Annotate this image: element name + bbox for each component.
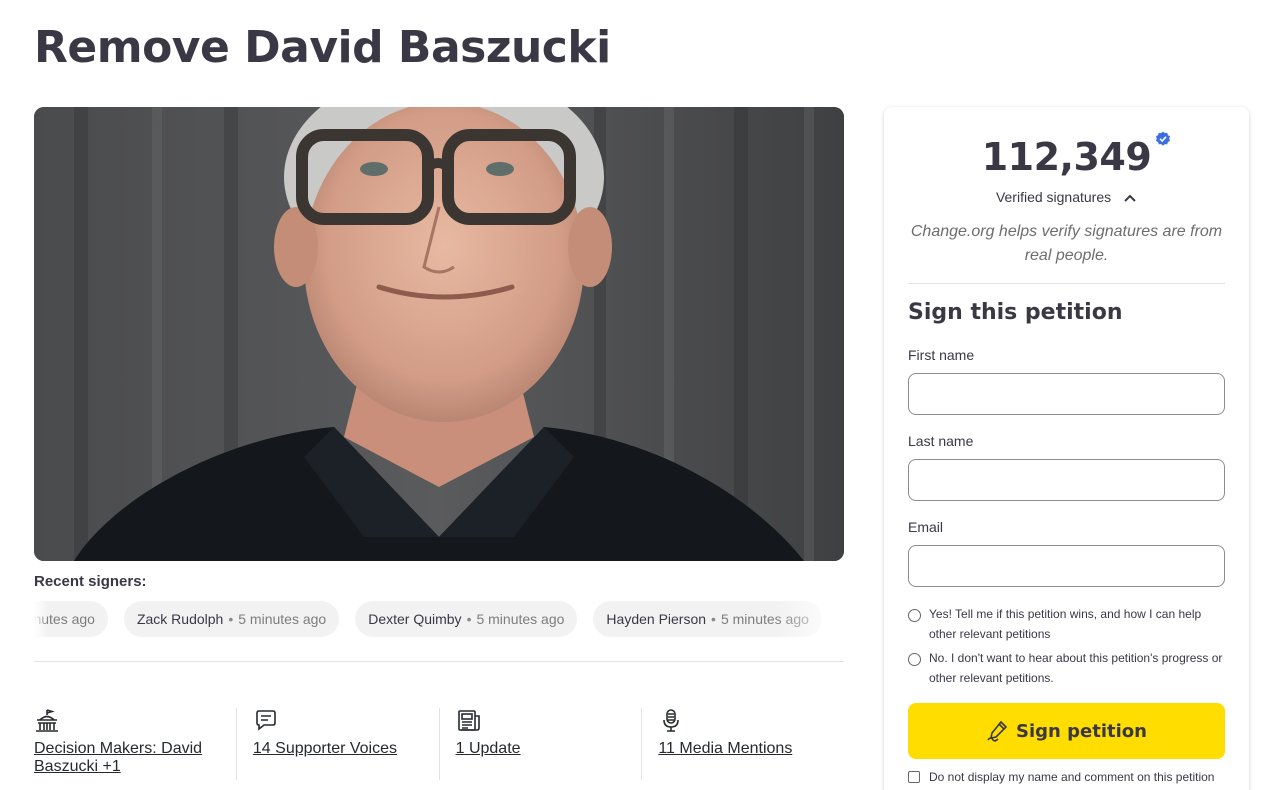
signer-time: 5 minutes ago: [476, 611, 565, 627]
opt-in-yes-radio[interactable]: [908, 609, 921, 622]
opt-in-yes-label: Yes! Tell me if this petition wins, and …: [929, 607, 1202, 641]
newspaper-icon: [456, 708, 482, 734]
verified-signatures-toggle[interactable]: Verified signatures: [884, 189, 1249, 205]
page-title: Remove David Baszucki: [34, 22, 611, 73]
email-label: Email: [908, 519, 944, 535]
sign-petition-panel: 112,349 Verified signatures Change.org h…: [884, 107, 1249, 790]
hide-name-label: Do not display my name and comment on th…: [929, 770, 1215, 784]
speech-bubble-icon: [253, 708, 279, 734]
sign-petition-button-label: Sign petition: [1016, 720, 1147, 742]
signer-name: Hayden Pierson: [606, 611, 707, 627]
separator-dot: •: [466, 611, 472, 627]
hide-name-checkbox[interactable]: [908, 771, 920, 783]
media-mentions-link[interactable]: 11 Media Mentions: [658, 740, 830, 758]
updates-link[interactable]: 1 Update: [456, 740, 628, 758]
verified-badge-icon: [1156, 131, 1171, 146]
email-field[interactable]: [908, 545, 1225, 587]
microphone-icon: [658, 708, 684, 734]
carousel-fade-right: [774, 601, 844, 637]
stat-decision-makers: Decision Makers: David Baszucki +1: [34, 708, 236, 780]
hide-name-option[interactable]: Do not display my name and comment on th…: [908, 770, 1238, 784]
first-name-field[interactable]: [908, 373, 1225, 415]
sign-petition-heading: Sign this petition: [908, 300, 1123, 325]
stat-updates: 1 Update: [438, 708, 642, 780]
panel-divider: [908, 283, 1225, 284]
opt-in-no-radio[interactable]: [908, 653, 921, 666]
chevron-up-icon: [1124, 194, 1136, 203]
last-name-field[interactable]: [908, 459, 1225, 501]
verification-note: Change.org helps verify signatures are f…: [910, 223, 1223, 264]
separator-dot: •: [711, 611, 716, 627]
last-name-label: Last name: [908, 433, 974, 449]
recent-signers-carousel[interactable]: 5 minutes ago Zack Rudolph • 5 minutes a…: [34, 601, 844, 637]
pen-signature-icon: [987, 720, 1008, 742]
decision-makers-link[interactable]: Decision Makers: David Baszucki +1: [34, 740, 222, 776]
carousel-fade-left: [34, 601, 48, 637]
verified-signatures-label: Verified signatures: [995, 189, 1112, 205]
opt-in-no-option[interactable]: No. I don't want to hear about this peti…: [908, 651, 1225, 688]
first-name-label: First name: [908, 347, 975, 363]
signature-count-value: 112,349: [981, 135, 1152, 179]
signature-count: 112,349: [981, 131, 1171, 179]
recent-signers-label: Recent signers:: [34, 573, 147, 590]
signer-name: Zack Rudolph: [136, 611, 224, 627]
stat-supporter-voices: 14 Supporter Voices: [235, 708, 439, 780]
capitol-building-icon: [34, 708, 60, 734]
signer-time: 5 minutes ago: [238, 611, 327, 627]
sign-petition-button[interactable]: Sign petition: [908, 703, 1225, 759]
supporter-voices-link[interactable]: 14 Supporter Voices: [253, 740, 425, 758]
petition-photo: [34, 107, 844, 561]
section-divider: [34, 661, 844, 662]
stat-media-mentions: 11 Media Mentions: [641, 708, 844, 780]
signer-chip: Zack Rudolph • 5 minutes ago: [123, 601, 340, 637]
signer-name: Dexter Quimby: [368, 611, 462, 627]
petition-stats: Decision Makers: David Baszucki +1 14 Su…: [34, 708, 844, 780]
opt-in-yes-option[interactable]: Yes! Tell me if this petition wins, and …: [908, 607, 1225, 644]
opt-in-no-label: No. I don't want to hear about this peti…: [929, 651, 1223, 685]
separator-dot: •: [228, 611, 234, 627]
signer-chip: Dexter Quimby • 5 minutes ago: [355, 601, 578, 637]
